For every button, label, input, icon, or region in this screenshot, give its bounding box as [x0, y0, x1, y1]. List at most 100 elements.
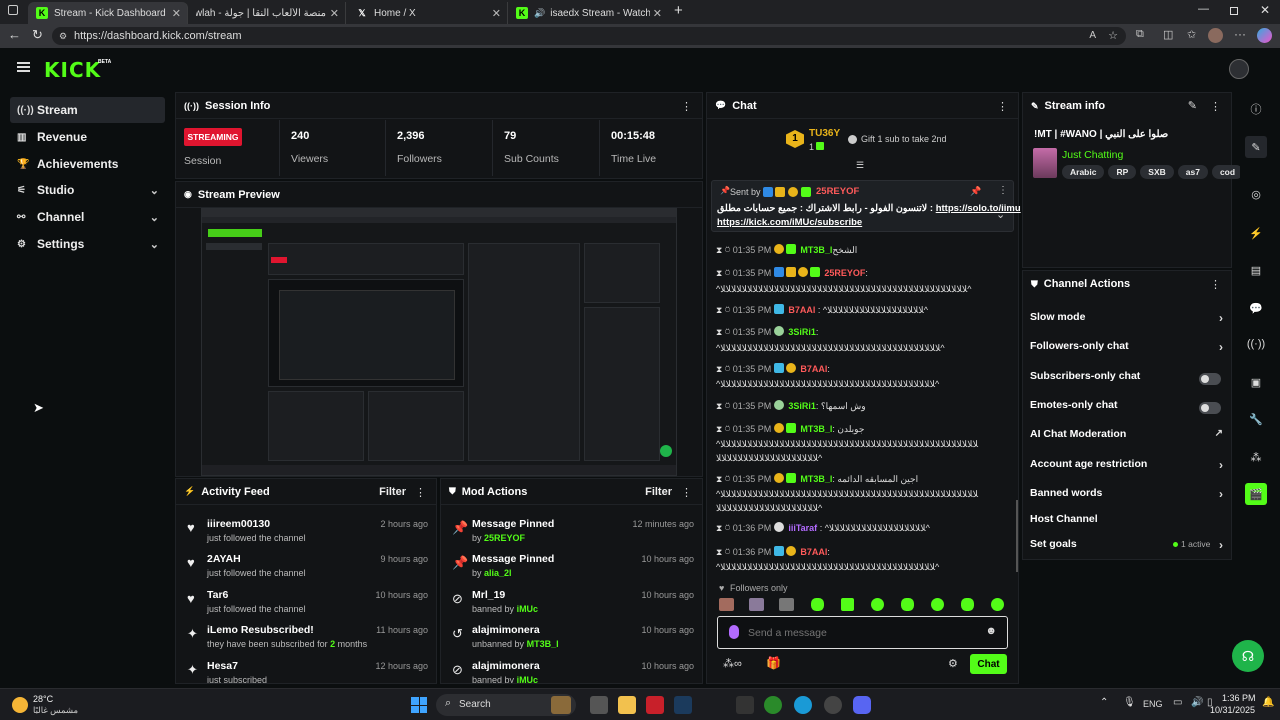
start-windows-icon[interactable] [411, 697, 427, 713]
sidebar-item-achievements[interactable]: 🏆 Achievements [10, 151, 165, 177]
gift-box-icon[interactable]: 🎁 [766, 656, 781, 670]
stream-preview-video[interactable] [201, 208, 677, 476]
mod-item-title[interactable]: alajmimonera [472, 660, 540, 672]
microphone-tray-icon[interactable]: 🎙 [1123, 697, 1136, 708]
browser-tab-jawlah[interactable]: منصة الألعاب النقا | جولة - Jawlah ✕ [188, 2, 346, 24]
emote-icon[interactable] [901, 598, 914, 611]
pinned-link[interactable]: https://kick.com/iMUc/subscribe [717, 217, 862, 228]
epic-games-icon[interactable] [736, 696, 754, 714]
file-explorer-icon[interactable] [618, 696, 636, 714]
info-icon[interactable]: ⓘ [1245, 98, 1267, 120]
notes-icon[interactable]: ▤ [1245, 259, 1267, 281]
sidebar-item-stream[interactable]: ((·)) Stream [10, 97, 165, 123]
top-gifter-name[interactable]: TU36Y [809, 128, 840, 139]
sidebar-item-channel[interactable]: ⚯ Channel ⌄ [10, 204, 165, 230]
chat-message-input[interactable] [748, 623, 978, 643]
speaker-icon[interactable]: 🔊 [534, 8, 545, 19]
feed-item-title[interactable]: Hesa7 [207, 660, 238, 672]
close-tab-icon[interactable]: ✕ [172, 7, 181, 20]
kebab-menu-icon[interactable]: ⋮ [997, 100, 1008, 113]
filter-button[interactable]: Filter [645, 486, 672, 498]
subscribers-only-toggle[interactable] [1199, 373, 1221, 385]
language-indicator[interactable]: ENG [1143, 699, 1163, 709]
channel-action-ai-moderation[interactable]: AI Chat Moderation ↗ [1030, 428, 1225, 448]
app-red-icon[interactable] [646, 696, 664, 714]
sidebar-item-revenue[interactable]: ▥ Revenue [10, 124, 165, 150]
chat-username[interactable]: 3SiRi1 [788, 401, 816, 411]
feed-item-title[interactable]: Tar6 [207, 589, 228, 601]
copilot-icon[interactable] [1257, 28, 1272, 43]
chat-scrollbar[interactable] [1016, 500, 1018, 572]
clock-date[interactable]: 10/31/2025 [1210, 705, 1255, 715]
close-tab-icon[interactable]: ✕ [653, 7, 662, 20]
kebab-menu-icon[interactable]: ⋮ [681, 100, 692, 113]
emote-icon[interactable] [871, 598, 884, 611]
close-window-icon[interactable]: ✕ [1260, 3, 1270, 17]
emote-icon[interactable] [931, 598, 944, 611]
browser-tab-kick-dashboard[interactable]: K Stream - Kick Dashboard ✕ [28, 2, 188, 24]
kebab-menu-icon[interactable]: ⋮ [681, 486, 692, 499]
microphone-icon[interactable] [729, 625, 739, 639]
points-icon[interactable]: ⁂∞ [723, 657, 742, 670]
clapper-icon[interactable]: 🎬 [1245, 483, 1267, 505]
chat-icon[interactable]: 💬 [1245, 297, 1267, 319]
username-link[interactable]: iMUc [517, 675, 539, 683]
split-screen-icon[interactable]: ◫ [1163, 28, 1173, 41]
channel-action-followers-only[interactable]: Followers-only chat › [1030, 340, 1225, 360]
category-link[interactable]: Just Chatting [1062, 149, 1123, 161]
xbox-icon[interactable] [764, 696, 782, 714]
notification-bell-icon[interactable]: 🔔 [1262, 697, 1274, 708]
emote-icon[interactable] [719, 598, 734, 611]
tag-chip[interactable]: RP [1108, 165, 1137, 179]
username-link[interactable]: 25REYOF [484, 533, 525, 543]
feed-item-title[interactable]: iLemo Resubscribed! [207, 624, 314, 636]
task-view-icon[interactable] [590, 696, 608, 714]
url-field[interactable]: ⚙ https://dashboard.kick.com/stream ☆ A [52, 27, 1126, 45]
weather-icon[interactable] [12, 697, 28, 713]
network-icon[interactable]: ▭ [1173, 697, 1182, 708]
layout-icon[interactable]: ▣ [1245, 371, 1267, 393]
sidebar-item-settings[interactable]: ⚙ Settings ⌄ [10, 231, 165, 257]
window-menu-icon[interactable] [8, 5, 18, 15]
chat-username[interactable]: MT3B_l [800, 245, 832, 255]
chat-username[interactable]: B7AAl [800, 547, 827, 557]
support-headset-icon[interactable]: ☊ [1232, 640, 1264, 672]
read-aloud-icon[interactable]: A [1089, 27, 1096, 45]
edge-browser-icon[interactable] [794, 696, 812, 714]
kebab-menu-icon[interactable]: ⋮ [1210, 100, 1221, 113]
chat-username[interactable]: 3SiRi1 [788, 327, 816, 337]
chat-username[interactable]: iiiTaraf [788, 523, 817, 533]
chevron-down-icon[interactable]: ⌄ [996, 208, 1005, 221]
taskbar-search-box[interactable]: ⌕ Search [436, 694, 576, 716]
back-icon[interactable]: ← [8, 27, 21, 42]
username-link[interactable]: MT3B_l [527, 639, 559, 649]
kebab-menu-icon[interactable]: ⋮ [998, 185, 1008, 196]
chat-send-button[interactable]: Chat [970, 654, 1007, 674]
maximize-icon[interactable] [1230, 7, 1238, 15]
clock-time[interactable]: 1:36 PM [1222, 693, 1256, 703]
gift-hint[interactable]: Gift 1 sub to take 2nd [861, 134, 947, 144]
chat-username[interactable]: B7AAl [788, 305, 815, 315]
steam-icon[interactable] [674, 696, 692, 714]
emote-icon[interactable] [961, 598, 974, 611]
emotes-only-toggle[interactable] [1199, 402, 1221, 414]
extensions-icon[interactable]: ⧉ [1136, 28, 1144, 41]
emote-icon[interactable] [779, 598, 794, 611]
chat-username[interactable]: B7AAl [800, 364, 827, 374]
discord-icon[interactable] [853, 696, 871, 714]
kick-logo[interactable]: KICK [44, 58, 101, 82]
user-avatar[interactable] [1229, 59, 1249, 79]
browser-tab-x-home[interactable]: 𝕏 Home / X ✕ [348, 2, 508, 24]
filter-button[interactable]: Filter [379, 486, 406, 498]
volume-icon[interactable]: 🔊 [1191, 697, 1203, 708]
feed-item-title[interactable]: 2AYAH [207, 553, 241, 565]
kebab-menu-icon[interactable]: ⋮ [415, 486, 426, 499]
tag-chip[interactable]: SXB [1140, 165, 1174, 179]
pinned-user[interactable]: 25REYOF [816, 186, 859, 197]
browser-tab-isaedx[interactable]: K 🔊 isaedx Stream - Watch Live o ✕ [508, 2, 668, 24]
emoji-picker-icon[interactable]: ☻ [985, 625, 997, 637]
mod-item-title[interactable]: Mrl_19 [472, 589, 505, 601]
category-thumbnail[interactable] [1033, 148, 1057, 178]
more-menu-icon[interactable]: ··· [1234, 27, 1246, 41]
new-tab-button[interactable]: + [674, 2, 683, 19]
